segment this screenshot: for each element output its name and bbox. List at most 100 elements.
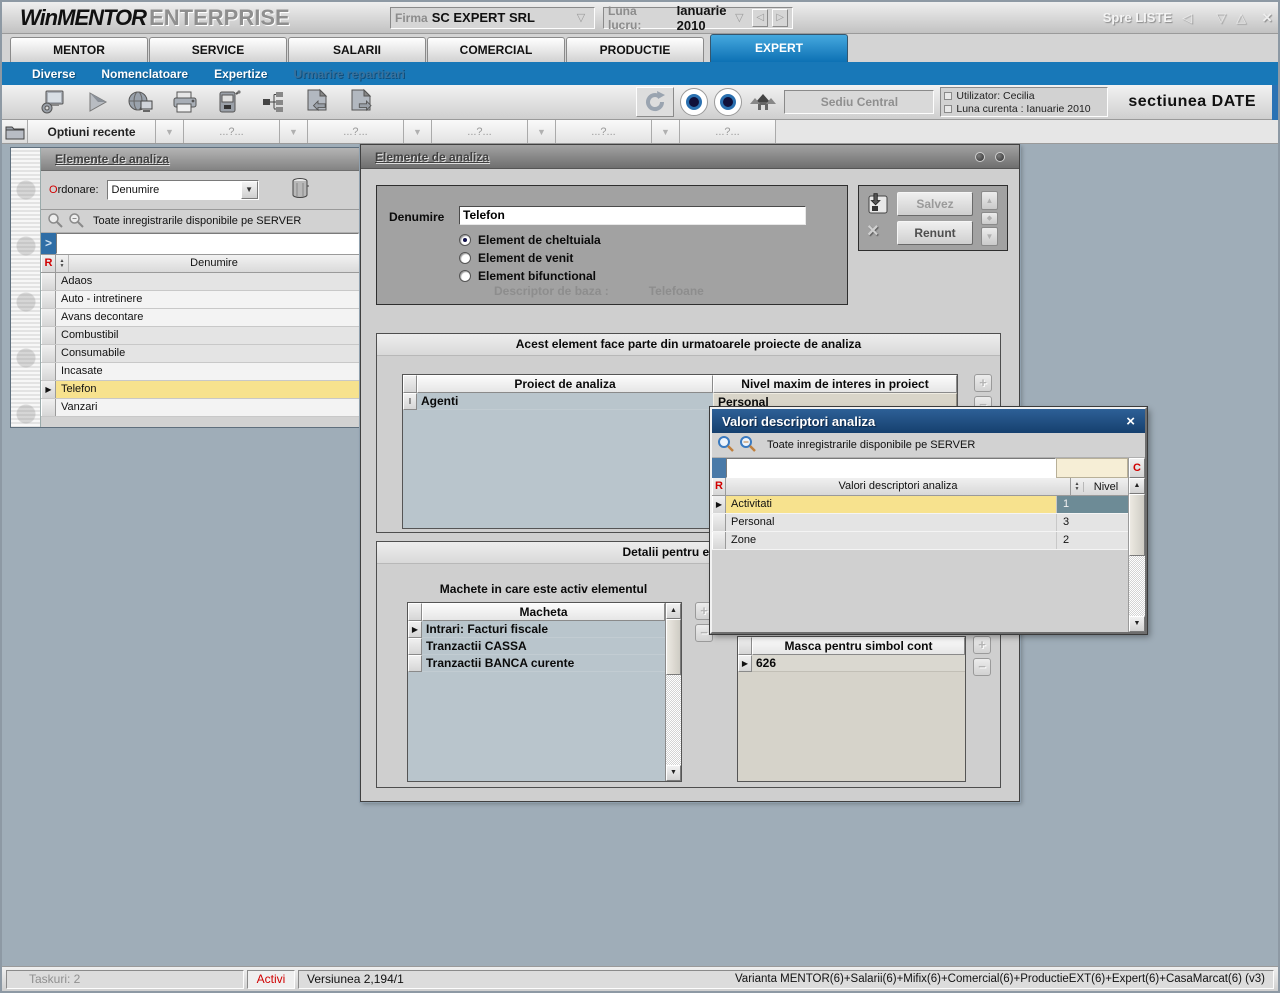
active-indicator[interactable]: Activi <box>247 970 295 989</box>
quick-slot-4[interactable]: ...?... <box>556 120 652 143</box>
list-item[interactable]: Avans decontare <box>41 309 359 327</box>
popup-row[interactable]: Personal 3 <box>712 514 1128 532</box>
popup-row-selected[interactable]: ▶ Activitati 1 <box>712 496 1128 514</box>
firma-dropdown-icon[interactable]: ▽ <box>572 11 590 24</box>
trash-icon[interactable] <box>291 177 311 204</box>
save-icon[interactable] <box>865 192 891 219</box>
popup-search-icon[interactable] <box>717 435 734 455</box>
scroll-up-icon[interactable]: ▲ <box>666 603 681 619</box>
list-item[interactable]: Consumabile <box>41 345 359 363</box>
luna-dropdown-icon[interactable]: ▽ <box>731 11 749 24</box>
nav-locate-button[interactable]: ◆ <box>981 212 998 225</box>
firma-select[interactable]: Firma SC EXPERT SRL ▽ <box>390 7 595 29</box>
masca-row[interactable]: ▶ 626 <box>738 655 965 672</box>
column-macheta[interactable]: Macheta <box>422 603 665 621</box>
radio-bifunctional[interactable]: Element bifunctional <box>459 269 596 283</box>
denumire-input[interactable]: Telefon <box>459 206 806 225</box>
popup-filter-level-cell[interactable] <box>1056 458 1128 478</box>
luna-next-button[interactable]: ▷ <box>772 9 788 27</box>
radio-button-icon[interactable] <box>459 234 471 246</box>
import-document-icon[interactable] <box>302 88 332 116</box>
tab-salarii[interactable]: SALARII <box>288 37 426 62</box>
ordonare-combobox[interactable]: Denumire ▼ <box>107 180 259 200</box>
column-proiect[interactable]: Proiect de analiza <box>417 375 713 393</box>
globe-monitor-icon[interactable] <box>126 88 156 116</box>
user-checkbox[interactable] <box>944 92 952 100</box>
quick-slot-3[interactable]: ...?... <box>432 120 528 143</box>
scroll-down-icon[interactable]: ▼ <box>1129 616 1145 632</box>
folder-icon[interactable] <box>2 120 28 143</box>
window-roll-up-icon[interactable]: △ <box>1236 10 1246 26</box>
dialog-dot-button-1[interactable] <box>975 152 985 162</box>
machete-row[interactable]: Tranzactii BANCA curente <box>408 655 665 672</box>
ordonare-dropdown-icon[interactable]: ▼ <box>241 181 258 199</box>
list-item[interactable]: Incasate <box>41 363 359 381</box>
sort-icon[interactable]: ▲▼ <box>1071 482 1084 492</box>
luna-lucru-select[interactable]: Luna lucru: Ianuarie 2010 ▽ ◁ ▷ <box>603 7 793 29</box>
quick-slot-5[interactable]: ...?... <box>680 120 776 143</box>
popup-row[interactable]: Zone 2 <box>712 532 1128 550</box>
masca-add-button[interactable]: + <box>973 636 991 654</box>
list-item[interactable]: Vanzari <box>41 399 359 417</box>
sort-icon[interactable]: ▲▼ <box>56 255 69 272</box>
machete-scrollbar[interactable]: ▲ ▼ <box>665 603 681 781</box>
menu-expertize[interactable]: Expertize <box>214 67 267 81</box>
column-nivel[interactable]: ▲▼ Nivel <box>1070 478 1128 495</box>
scrollbar-track[interactable] <box>666 675 681 765</box>
scrollbar-thumb[interactable] <box>666 619 681 675</box>
printer-icon[interactable] <box>170 88 200 116</box>
tab-comercial[interactable]: COMERCIAL <box>427 37 565 62</box>
view-toggle-1-icon[interactable] <box>680 88 708 116</box>
export-document-icon[interactable] <box>346 88 376 116</box>
machete-row[interactable]: ▶ Intrari: Facturi fiscale <box>408 621 665 638</box>
menu-nomenclatoare[interactable]: Nomenclatoare <box>101 67 188 81</box>
search-icon[interactable] <box>47 212 63 231</box>
view-toggle-2-icon[interactable] <box>714 88 742 116</box>
column-masca[interactable]: Masca pentru simbol cont <box>752 637 965 655</box>
refresh-icon[interactable] <box>636 87 674 117</box>
tab-expert[interactable]: EXPERT <box>710 34 848 62</box>
slot-machine-icon[interactable] <box>214 88 244 116</box>
popup-scrollbar[interactable]: C ▲ ▼ <box>1128 458 1145 632</box>
popup-search-plus-icon[interactable] <box>739 435 756 455</box>
play-icon[interactable] <box>82 88 112 116</box>
radio-venit[interactable]: Element de venit <box>459 251 573 265</box>
hierarchy-icon[interactable] <box>258 88 288 116</box>
quick-slot-4-dropdown-icon[interactable]: ▼ <box>652 120 680 143</box>
recent-options-button[interactable]: Optiuni recente <box>28 120 156 143</box>
spre-liste-arrow-icon[interactable]: ◁ <box>1182 10 1192 26</box>
popup-close-icon[interactable]: × <box>1126 413 1135 430</box>
luna-prev-button[interactable]: ◁ <box>752 9 768 27</box>
radio-button-icon[interactable] <box>459 252 471 264</box>
scroll-up-icon[interactable]: ▲ <box>1129 478 1145 494</box>
tab-service[interactable]: SERVICE <box>149 37 287 62</box>
quick-slot-2-dropdown-icon[interactable]: ▼ <box>404 120 432 143</box>
cancel-button[interactable]: Renunt <box>897 221 973 245</box>
workstation-settings-icon[interactable] <box>38 88 68 116</box>
list-item[interactable]: Combustibil <box>41 327 359 345</box>
dialog-dot-button-2[interactable] <box>995 152 1005 162</box>
quick-slot-2[interactable]: ...?... <box>308 120 404 143</box>
nav-up-button[interactable]: ▲ <box>981 191 998 210</box>
dialog-title-bar[interactable]: Elemente de analiza <box>361 145 1019 169</box>
masca-remove-button[interactable]: − <box>973 658 991 676</box>
popup-filter-input[interactable] <box>726 458 1056 478</box>
popup-title-bar[interactable]: Valori descriptori analiza × <box>712 409 1145 433</box>
home-icon[interactable] <box>748 88 778 116</box>
quick-slot-3-dropdown-icon[interactable]: ▼ <box>528 120 556 143</box>
list-item[interactable]: Adaos <box>41 273 359 291</box>
list-item-selected[interactable]: ▶Telefon <box>41 381 359 399</box>
radio-cheltuiala[interactable]: Element de cheltuiala <box>459 233 601 247</box>
machete-row[interactable]: Tranzactii CASSA <box>408 638 665 655</box>
list-item[interactable]: Auto - intretinere <box>41 291 359 309</box>
scrollbar-thumb[interactable] <box>1129 494 1145 556</box>
radio-button-icon[interactable] <box>459 270 471 282</box>
scroll-down-icon[interactable]: ▼ <box>666 765 681 781</box>
search-plus-icon[interactable] <box>68 212 84 231</box>
filter-input[interactable] <box>56 233 359 254</box>
save-button[interactable]: Salvez <box>897 192 973 216</box>
menu-diverse[interactable]: Diverse <box>32 67 75 81</box>
cancel-icon[interactable]: × <box>867 220 879 243</box>
tab-mentor[interactable]: MENTOR <box>10 37 148 62</box>
quick-slot-1-dropdown-icon[interactable]: ▼ <box>280 120 308 143</box>
